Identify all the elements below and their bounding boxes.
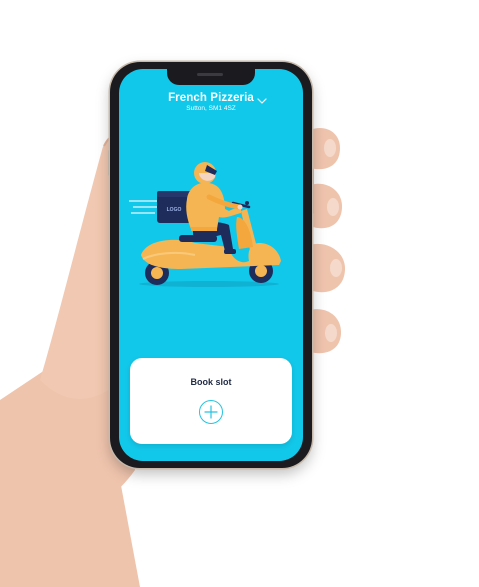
phone-side-button: [312, 168, 314, 214]
phone-speaker: [197, 73, 223, 76]
book-slot-title: Book slot: [190, 377, 232, 387]
restaurant-header[interactable]: French Pizzeria Sutton, SM1 4SZ: [119, 92, 303, 112]
booking-card: Book slot: [130, 358, 292, 444]
plus-icon: [204, 405, 218, 419]
phone-notch: [167, 69, 255, 85]
add-slot-button[interactable]: [199, 400, 223, 424]
box-logo-text: LOGO: [167, 207, 182, 213]
delivery-scooter-illustration: LOGO: [129, 162, 281, 287]
restaurant-address: Sutton, SM1 4SZ: [186, 105, 236, 112]
restaurant-name: French Pizzeria: [168, 92, 254, 104]
app-screen: French Pizzeria Sutton, SM1 4SZ LOGO Boo…: [119, 69, 303, 461]
chevron-down-icon[interactable]: [257, 98, 267, 105]
